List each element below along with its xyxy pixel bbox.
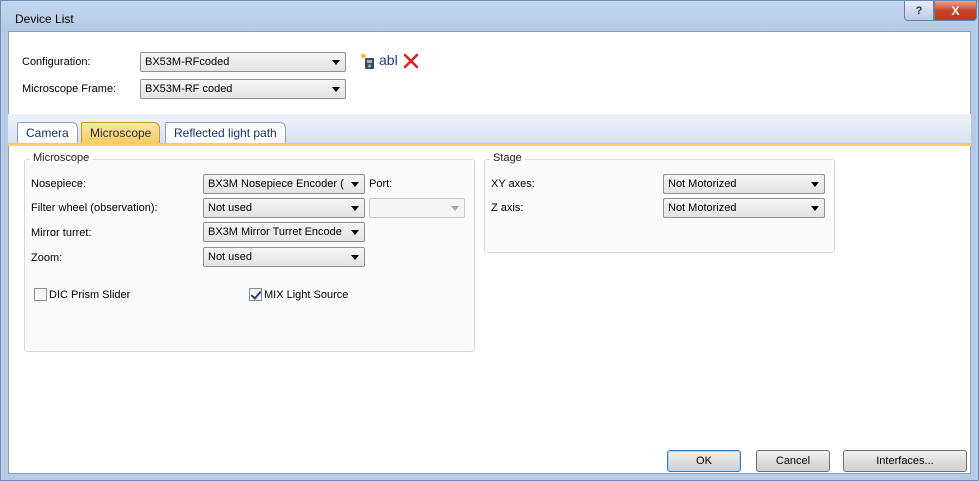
z-axis-label: Z axis: <box>491 202 524 214</box>
port-select[interactable] <box>369 198 465 218</box>
chevron-down-icon <box>811 206 819 211</box>
delete-icon[interactable] <box>403 53 419 69</box>
stage-group-title: Stage <box>490 152 525 164</box>
filter-wheel-label: Filter wheel (observation): <box>31 202 158 214</box>
chevron-down-icon <box>811 182 819 187</box>
mirror-turret-value: BX3M Mirror Turret Encode <box>208 226 342 238</box>
title-bar: Device List ? X <box>1 1 978 31</box>
zoom-select[interactable]: Not used <box>203 247 365 267</box>
interfaces-button[interactable]: Interfaces... <box>843 450 967 472</box>
chevron-down-icon <box>351 206 359 211</box>
active-tab-underline <box>8 143 971 146</box>
tab-camera[interactable]: Camera <box>17 122 78 144</box>
help-icon: ? <box>915 4 923 17</box>
chevron-down-icon <box>351 255 359 260</box>
chevron-down-icon <box>451 206 459 211</box>
mirror-turret-select[interactable]: BX3M Mirror Turret Encode <box>203 222 365 242</box>
chevron-down-icon <box>351 230 359 235</box>
tab-microscope[interactable]: Microscope <box>81 122 161 144</box>
mix-light-source-checkbox[interactable] <box>249 288 262 301</box>
nosepiece-select[interactable]: BX3M Nosepiece Encoder ( <box>203 174 365 194</box>
configuration-select[interactable]: BX53M-RFcoded <box>140 52 346 72</box>
cancel-button[interactable]: Cancel <box>756 450 830 472</box>
chevron-down-icon <box>332 60 340 65</box>
chevron-down-icon <box>351 182 359 187</box>
ok-button[interactable]: OK <box>667 450 741 472</box>
configuration-label: Configuration: <box>22 56 91 68</box>
xy-axes-value: Not Motorized <box>668 178 737 190</box>
configuration-value: BX53M-RFcoded <box>145 56 230 68</box>
close-icon: X <box>951 3 960 18</box>
help-button[interactable]: ? <box>904 1 934 21</box>
microscope-group-title: Microscope <box>30 152 93 164</box>
nosepiece-value: BX3M Nosepiece Encoder ( <box>208 178 344 190</box>
microscope-frame-select[interactable]: BX53M-RF coded <box>140 79 346 99</box>
filter-wheel-select[interactable]: Not used <box>203 198 365 218</box>
filter-wheel-value: Not used <box>208 202 253 214</box>
chevron-down-icon <box>332 87 340 92</box>
tab-reflected-light-path[interactable]: Reflected light path <box>165 122 286 144</box>
microscope-frame-value: BX53M-RF coded <box>145 83 233 95</box>
xy-axes-label: XY axes: <box>491 178 535 190</box>
mix-light-source-label: MIX Light Source <box>264 289 349 301</box>
new-configuration-icon[interactable] <box>360 53 378 71</box>
nosepiece-label: Nosepiece: <box>31 178 87 190</box>
microscope-frame-label: Microscope Frame: <box>22 83 117 95</box>
dic-prism-slider-label: DIC Prism Slider <box>49 289 131 301</box>
close-button[interactable]: X <box>934 1 977 21</box>
zoom-label: Zoom: <box>31 252 63 264</box>
rename-icon[interactable]: abl <box>379 52 398 68</box>
xy-axes-select[interactable]: Not Motorized <box>663 174 825 194</box>
window-title: Device List <box>15 12 74 26</box>
port-label: Port: <box>369 178 393 190</box>
zoom-value: Not used <box>208 251 253 263</box>
mirror-turret-label: Mirror turret: <box>31 227 92 239</box>
z-axis-select[interactable]: Not Motorized <box>663 198 825 218</box>
z-axis-value: Not Motorized <box>668 202 737 214</box>
dic-prism-slider-checkbox[interactable] <box>34 288 47 301</box>
